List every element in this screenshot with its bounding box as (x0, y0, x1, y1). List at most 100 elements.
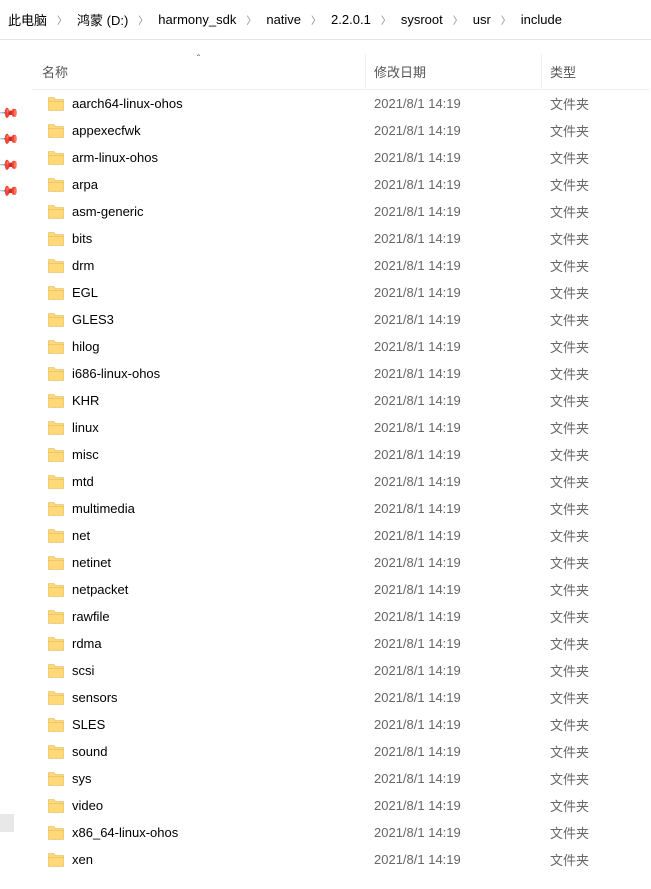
folder-icon (48, 799, 64, 813)
toolbar-gap (0, 40, 651, 54)
chevron-right-icon[interactable]: 〉 (447, 12, 469, 27)
table-row[interactable]: sys 2021/8/1 14:19 文件夹 (32, 765, 650, 792)
table-row[interactable]: i686-linux-ohos 2021/8/1 14:19 文件夹 (32, 360, 650, 387)
file-type: 文件夹 (542, 94, 650, 113)
file-date: 2021/8/1 14:19 (366, 393, 542, 408)
breadcrumb-item[interactable]: 鸿蒙 (D:) (73, 8, 132, 31)
table-row[interactable]: rawfile 2021/8/1 14:19 文件夹 (32, 603, 650, 630)
file-type: 文件夹 (542, 391, 650, 410)
breadcrumb-item[interactable]: 此电脑 (4, 8, 51, 31)
file-name: scsi (72, 663, 94, 678)
file-date: 2021/8/1 14:19 (366, 258, 542, 273)
file-type: 文件夹 (542, 175, 650, 194)
column-header-name[interactable]: 名称 ˆ (32, 54, 366, 89)
table-row[interactable]: mtd 2021/8/1 14:19 文件夹 (32, 468, 650, 495)
breadcrumb-item[interactable]: 2.2.0.1 (327, 10, 375, 29)
folder-icon (48, 178, 64, 192)
file-type: 文件夹 (542, 472, 650, 491)
folder-icon (48, 151, 64, 165)
file-date: 2021/8/1 14:19 (366, 555, 542, 570)
table-row[interactable]: arm-linux-ohos 2021/8/1 14:19 文件夹 (32, 144, 650, 171)
table-row[interactable]: aarch64-linux-ohos 2021/8/1 14:19 文件夹 (32, 90, 650, 117)
file-date: 2021/8/1 14:19 (366, 609, 542, 624)
chevron-right-icon[interactable]: 〉 (495, 12, 517, 27)
table-row[interactable]: KHR 2021/8/1 14:19 文件夹 (32, 387, 650, 414)
file-type: 文件夹 (542, 607, 650, 626)
chevron-right-icon[interactable]: 〉 (240, 12, 262, 27)
breadcrumb-item[interactable]: harmony_sdk (154, 10, 240, 29)
table-row[interactable]: netinet 2021/8/1 14:19 文件夹 (32, 549, 650, 576)
file-name: aarch64-linux-ohos (72, 96, 183, 111)
table-row[interactable]: appexecfwk 2021/8/1 14:19 文件夹 (32, 117, 650, 144)
file-type: 文件夹 (542, 715, 650, 734)
file-name: sensors (72, 690, 118, 705)
table-row[interactable]: GLES3 2021/8/1 14:19 文件夹 (32, 306, 650, 333)
table-row[interactable]: drm 2021/8/1 14:19 文件夹 (32, 252, 650, 279)
column-header-type[interactable]: 类型 (542, 54, 650, 89)
file-name: hilog (72, 339, 99, 354)
file-name: drm (72, 258, 94, 273)
table-row[interactable]: bits 2021/8/1 14:19 文件夹 (32, 225, 650, 252)
folder-icon (48, 529, 64, 543)
file-date: 2021/8/1 14:19 (366, 474, 542, 489)
file-date: 2021/8/1 14:19 (366, 447, 542, 462)
file-name: rdma (72, 636, 102, 651)
table-row[interactable]: video 2021/8/1 14:19 文件夹 (32, 792, 650, 819)
table-row[interactable]: arpa 2021/8/1 14:19 文件夹 (32, 171, 650, 198)
file-date: 2021/8/1 14:19 (366, 825, 542, 840)
table-row[interactable]: SLES 2021/8/1 14:19 文件夹 (32, 711, 650, 738)
header-type-label: 类型 (550, 62, 576, 81)
breadcrumb[interactable]: 此电脑 〉 鸿蒙 (D:) 〉 harmony_sdk 〉 native 〉 2… (0, 0, 651, 40)
file-date: 2021/8/1 14:19 (366, 717, 542, 732)
file-name: linux (72, 420, 99, 435)
file-date: 2021/8/1 14:19 (366, 177, 542, 192)
table-row[interactable]: misc 2021/8/1 14:19 文件夹 (32, 441, 650, 468)
chevron-right-icon[interactable]: 〉 (305, 12, 327, 27)
file-name: netpacket (72, 582, 128, 597)
file-name: sound (72, 744, 107, 759)
table-row[interactable]: netpacket 2021/8/1 14:19 文件夹 (32, 576, 650, 603)
file-type: 文件夹 (542, 445, 650, 464)
table-row[interactable]: scsi 2021/8/1 14:19 文件夹 (32, 657, 650, 684)
header-modified-label: 修改日期 (374, 62, 426, 81)
folder-icon (48, 853, 64, 867)
folder-icon (48, 691, 64, 705)
table-row[interactable]: sound 2021/8/1 14:19 文件夹 (32, 738, 650, 765)
folder-icon (48, 97, 64, 111)
file-type: 文件夹 (542, 823, 650, 842)
table-row[interactable]: multimedia 2021/8/1 14:19 文件夹 (32, 495, 650, 522)
breadcrumb-item[interactable]: usr (469, 10, 495, 29)
folder-icon (48, 583, 64, 597)
chevron-right-icon[interactable]: 〉 (375, 12, 397, 27)
table-row[interactable]: EGL 2021/8/1 14:19 文件夹 (32, 279, 650, 306)
chevron-right-icon[interactable]: 〉 (51, 12, 73, 27)
folder-icon (48, 772, 64, 786)
file-name: i686-linux-ohos (72, 366, 160, 381)
file-date: 2021/8/1 14:19 (366, 285, 542, 300)
column-header-modified[interactable]: 修改日期 (366, 54, 542, 89)
breadcrumb-item[interactable]: include (517, 10, 566, 29)
file-name: mtd (72, 474, 94, 489)
file-name: x86_64-linux-ohos (72, 825, 178, 840)
chevron-right-icon[interactable]: 〉 (132, 12, 154, 27)
table-row[interactable]: net 2021/8/1 14:19 文件夹 (32, 522, 650, 549)
file-type: 文件夹 (542, 769, 650, 788)
file-date: 2021/8/1 14:19 (366, 744, 542, 759)
breadcrumb-item[interactable]: native (262, 10, 305, 29)
table-row[interactable]: hilog 2021/8/1 14:19 文件夹 (32, 333, 650, 360)
file-date: 2021/8/1 14:19 (366, 663, 542, 678)
file-type: 文件夹 (542, 256, 650, 275)
folder-icon (48, 367, 64, 381)
folder-icon (48, 421, 64, 435)
file-type: 文件夹 (542, 283, 650, 302)
file-date: 2021/8/1 14:19 (366, 123, 542, 138)
file-name: asm-generic (72, 204, 144, 219)
table-row[interactable]: rdma 2021/8/1 14:19 文件夹 (32, 630, 650, 657)
breadcrumb-item[interactable]: sysroot (397, 10, 447, 29)
file-date: 2021/8/1 14:19 (366, 339, 542, 354)
table-row[interactable]: sensors 2021/8/1 14:19 文件夹 (32, 684, 650, 711)
table-row[interactable]: linux 2021/8/1 14:19 文件夹 (32, 414, 650, 441)
table-row[interactable]: asm-generic 2021/8/1 14:19 文件夹 (32, 198, 650, 225)
table-row[interactable]: xen 2021/8/1 14:19 文件夹 (32, 846, 650, 873)
table-row[interactable]: x86_64-linux-ohos 2021/8/1 14:19 文件夹 (32, 819, 650, 846)
